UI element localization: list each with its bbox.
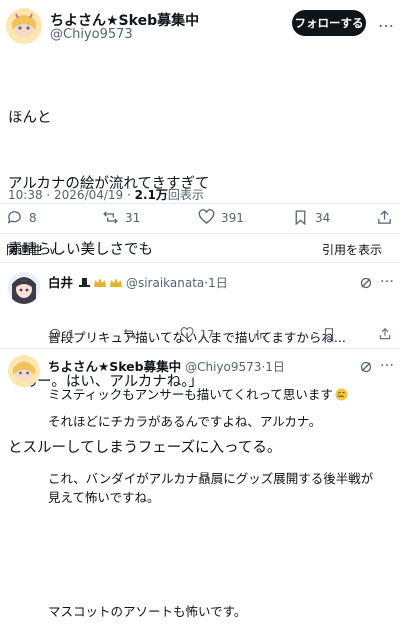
- reply-author-name[interactable]: 白井: [48, 275, 73, 290]
- reply-time[interactable]: ·1日: [204, 276, 227, 290]
- reply-author-handle[interactable]: @siraikanata: [126, 276, 204, 290]
- view-count: 2.1万: [134, 188, 168, 202]
- reply-count: 1: [68, 327, 75, 341]
- bookmark-icon: [295, 210, 306, 226]
- reply-more-icon[interactable]: …: [380, 270, 394, 286]
- reply-avatar[interactable]: [8, 272, 40, 304]
- divider: [0, 233, 400, 234]
- retweet-icon: [103, 211, 118, 224]
- reply-more-icon[interactable]: …: [380, 354, 394, 370]
- divider: [0, 348, 400, 349]
- bookmark-button[interactable]: [322, 327, 336, 341]
- reply-author-handle[interactable]: @Chiyo9573: [185, 360, 261, 374]
- like-button[interactable]: 391: [198, 209, 244, 226]
- like-button[interactable]: 17: [180, 327, 214, 341]
- more-options-icon[interactable]: …: [378, 12, 394, 31]
- share-button[interactable]: [378, 327, 392, 341]
- reply-avatar[interactable]: [8, 355, 40, 387]
- retweet-icon: [124, 328, 136, 340]
- reply-line: それほどにチカラがあるんですよね、アルカナ。: [48, 414, 322, 429]
- like-count: 391: [221, 210, 244, 225]
- like-count: 17: [200, 327, 214, 341]
- retweet-count: 31: [125, 210, 141, 225]
- tweet-line: ほんと: [8, 110, 52, 126]
- divider: [0, 262, 400, 263]
- tweet-meta: 10:38 · 2026/04/19 · 2.1万回表示: [8, 186, 204, 203]
- retweet-button[interactable]: [123, 327, 137, 341]
- share-icon: [378, 210, 391, 224]
- reply-header: 白井 @siraikanata·1日: [48, 272, 228, 291]
- view-label: 回表示: [167, 188, 204, 202]
- author-avatar[interactable]: [6, 8, 42, 44]
- reply-icon: [49, 328, 61, 340]
- crown-emoji-icon: [93, 276, 106, 287]
- share-icon: [379, 328, 391, 340]
- reply-line: マスコットのアソートも怖いです。: [48, 604, 247, 619]
- reply-line: [48, 545, 383, 564]
- views-icon: [254, 329, 265, 339]
- reply-button[interactable]: 1: [48, 327, 75, 341]
- reply-count: 8: [29, 210, 37, 225]
- crown-emoji-icon: [109, 276, 122, 287]
- chevron-down-icon: ∨: [48, 246, 57, 257]
- reply-author-name[interactable]: ちよさん★Skeb募集中: [48, 359, 181, 374]
- reply-button[interactable]: 8: [6, 209, 37, 226]
- reply-time[interactable]: ·1日: [261, 360, 284, 374]
- author-handle[interactable]: @Chiyo9573: [50, 27, 133, 42]
- tophat-emoji-icon: [79, 276, 90, 287]
- follow-button[interactable]: フォローする: [292, 10, 366, 36]
- sort-dropdown[interactable]: 関連性 ∨: [6, 241, 56, 258]
- tweet-timestamp[interactable]: 10:38 · 2026/04/19 ·: [8, 188, 135, 202]
- retweet-button[interactable]: 31: [102, 209, 140, 226]
- share-button[interactable]: [376, 209, 393, 226]
- sort-label: 関連性: [6, 243, 43, 257]
- bookmark-count: 34: [315, 210, 331, 225]
- reply-line: これ、バンダイがアルカナ贔屓にグッズ展開する後半戦が見えて怖いですね。: [48, 471, 374, 505]
- heart-icon: [180, 327, 194, 340]
- heart-icon: [198, 209, 215, 225]
- quote-link[interactable]: 引用を表示: [322, 241, 382, 258]
- divider: [0, 203, 400, 204]
- reply-header: ちよさん★Skeb募集中 @Chiyo9573·1日: [48, 356, 285, 375]
- bookmark-icon: [324, 328, 334, 341]
- views-button[interactable]: [252, 327, 266, 341]
- bookmark-button[interactable]: 34: [292, 209, 330, 226]
- reply-text: それほどにチカラがあるんですよね、アルカナ。 これ、バンダイがアルカナ贔屓にグッ…: [48, 374, 383, 640]
- reply-icon: [7, 211, 21, 224]
- reply-line: 普段プリキュア描いてない人まで描いてますからね...: [48, 330, 346, 345]
